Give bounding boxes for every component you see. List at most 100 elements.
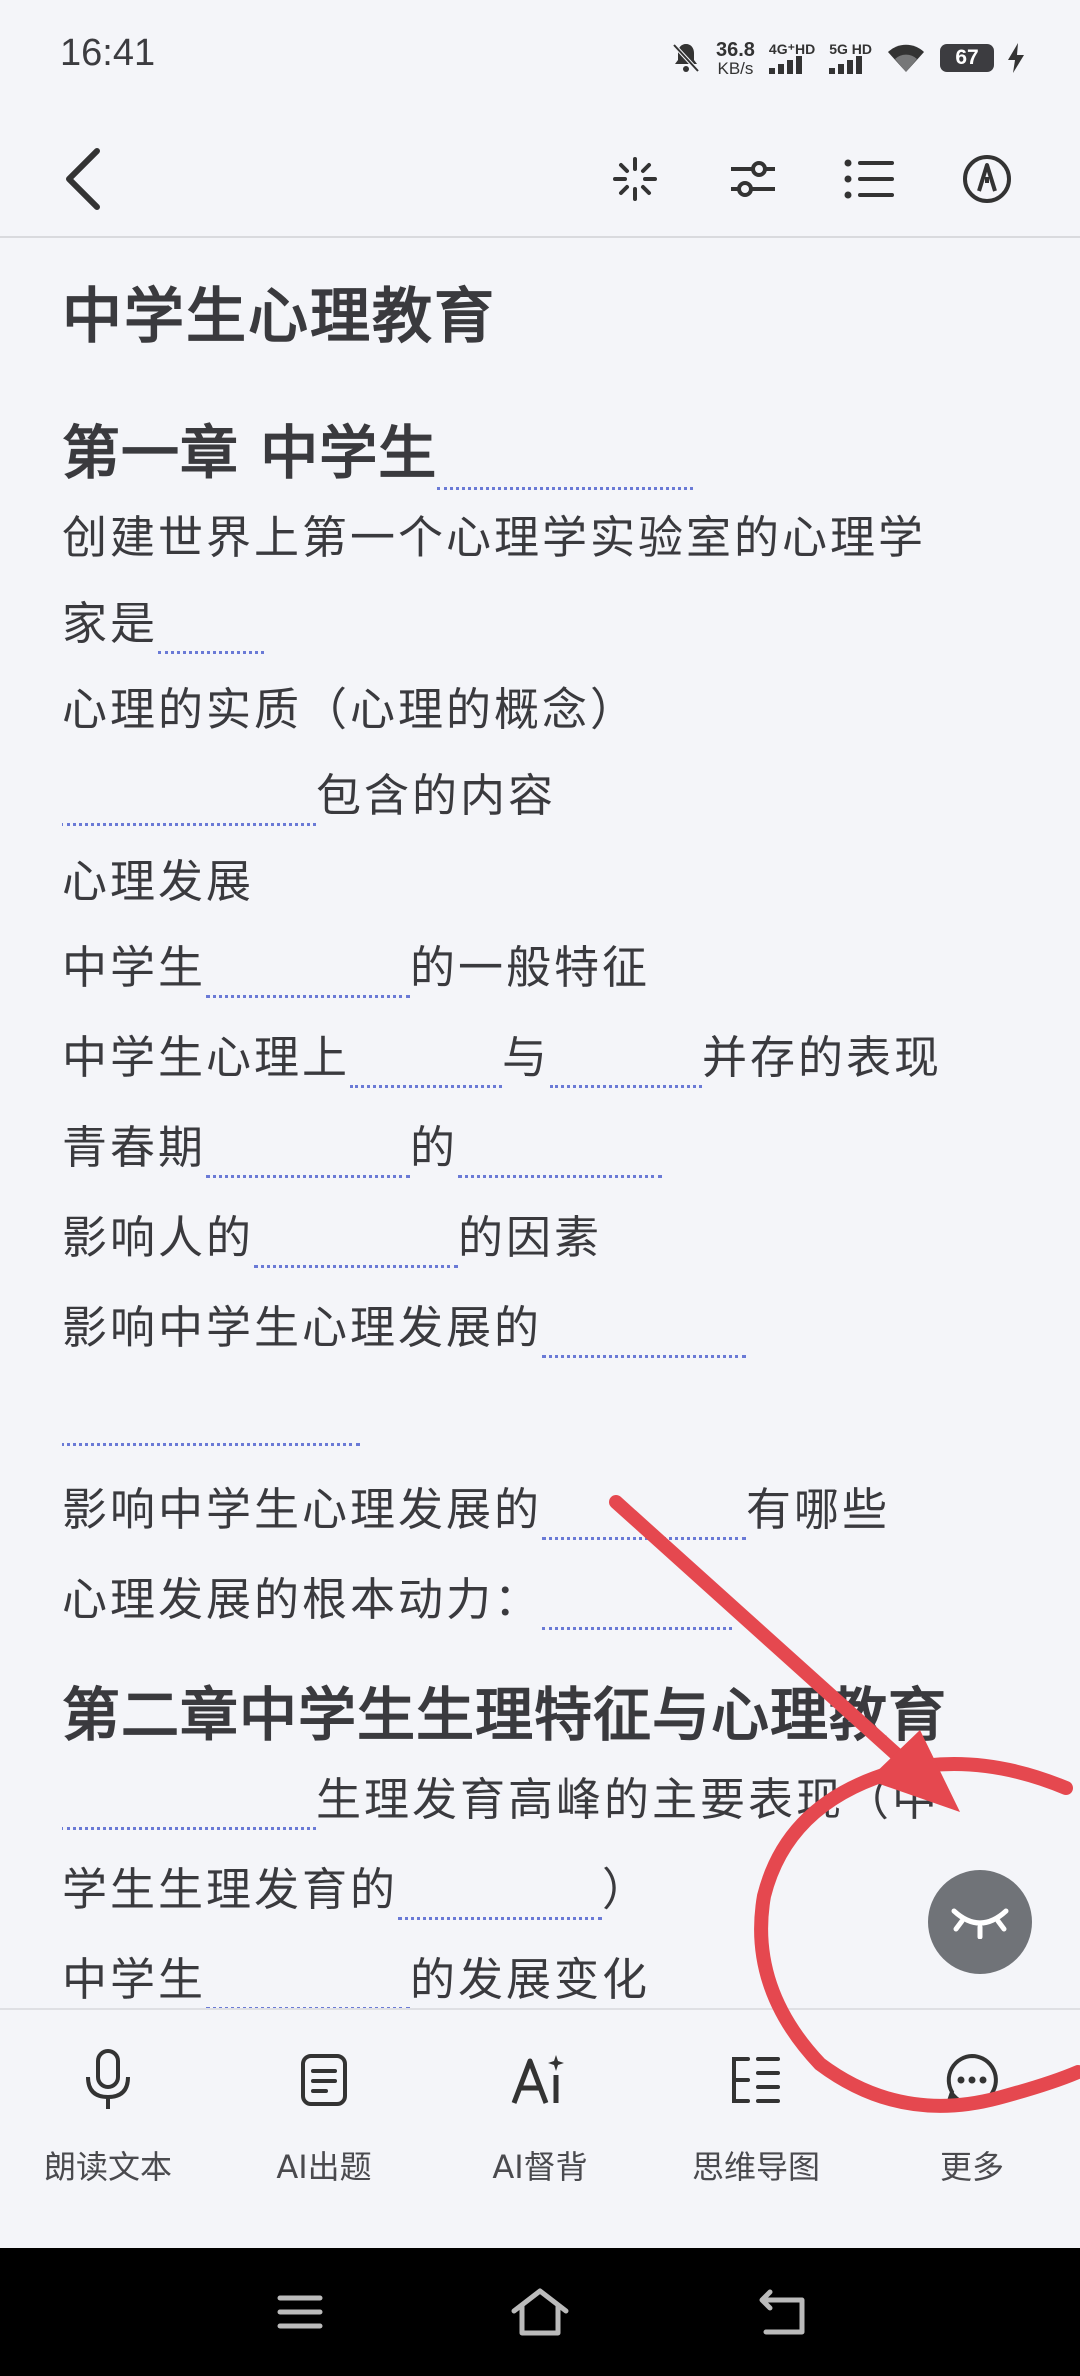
- text-line: 中学生 的发展变化: [62, 1950, 650, 2008]
- fill-blank[interactable]: [350, 1037, 503, 1088]
- hide-answers-button[interactable]: [928, 1870, 1032, 1974]
- pen-icon[interactable]: [952, 144, 1022, 214]
- line-text: 的: [410, 1121, 459, 1174]
- menu-icon[interactable]: [270, 2284, 330, 2340]
- sim1-signal: 4G⁺HD: [768, 41, 816, 74]
- text-line: 包含的内容: [62, 766, 556, 826]
- eye-closed-icon: [951, 1908, 1009, 1939]
- microphone-icon: [86, 2049, 130, 2109]
- status-bar: 16:41 36.8 KB/s 4G⁺HD 5G HD 67: [0, 0, 1080, 118]
- bottom-toolbar: 朗读文本 AI出题 AI督背 思维导图 更多: [0, 2008, 1080, 2250]
- signal-icon: [829, 56, 863, 74]
- ai-quiz-button[interactable]: AI出题: [216, 2040, 432, 2188]
- chapter-heading-text: 第一章 中学生: [62, 419, 438, 487]
- line-text: 心理发展: [62, 855, 255, 908]
- line-text: ）: [602, 1863, 651, 1916]
- line-text: 的发展变化: [410, 1953, 651, 2006]
- ai-quiz-label: AI出题: [276, 2148, 372, 2186]
- text-line: 中学生 的一般特征: [62, 938, 650, 998]
- text-line: 影响中学生心理发展的 有哪些: [62, 1480, 890, 1540]
- fill-blank[interactable]: [542, 1489, 747, 1540]
- text-line: 创建世界上第一个心理学实验室的心理学: [62, 508, 926, 568]
- text-line: 中学生心理上 与 并存的表现: [62, 1028, 942, 1088]
- line-text: 并存的表现: [702, 1031, 943, 1084]
- mindmap-icon: [732, 2057, 780, 2103]
- status-icons: 36.8 KB/s 4G⁺HD 5G HD 67: [670, 36, 1024, 80]
- text-line: 心理发展的根本动力：: [62, 1570, 733, 1630]
- fill-blank[interactable]: [158, 603, 265, 654]
- fill-blank[interactable]: [62, 775, 316, 826]
- fill-blank[interactable]: [206, 1127, 411, 1178]
- list-icon[interactable]: [834, 144, 904, 214]
- net-speed: 36.8 KB/s: [716, 40, 755, 77]
- text-line: 学生生理发育的 ）: [62, 1860, 650, 1920]
- text-line: 生理发育高峰的主要表现（中: [62, 1770, 940, 1830]
- sim1-label: 4G⁺HD: [768, 41, 816, 57]
- fill-blank[interactable]: [458, 1127, 663, 1178]
- more-button[interactable]: 更多: [864, 2040, 1080, 2188]
- mind-map-button[interactable]: 思维导图: [648, 2040, 864, 2188]
- battery-icon: 67: [940, 44, 994, 72]
- fill-blank[interactable]: [206, 1959, 411, 2008]
- line-text: 创建世界上第一个心理学实验室的心理学: [62, 511, 927, 564]
- net-speed-unit: KB/s: [717, 58, 754, 78]
- more-label: 更多: [939, 2148, 1004, 2186]
- text-line: 影响中学生心理发展的: [62, 1298, 747, 1358]
- document-title: 中学生心理教育: [62, 282, 496, 352]
- top-toolbar: [0, 118, 1080, 238]
- read-aloud-label: 朗读文本: [43, 2148, 172, 2186]
- line-text: 中学生: [62, 941, 207, 994]
- document-content[interactable]: 中学生心理教育 第一章 中学生 创建世界上第一个心理学实验室的心理学 家是 心理…: [62, 236, 1022, 2008]
- line-text: 包含的内容: [316, 769, 557, 822]
- line-text: 中学生心理上: [62, 1031, 351, 1084]
- line-text: 的因素: [458, 1211, 603, 1264]
- wifi-icon: [886, 42, 926, 74]
- charging-icon: [1008, 43, 1024, 73]
- system-nav-bar: [0, 2248, 1080, 2376]
- mind-map-label: 思维导图: [691, 2148, 820, 2186]
- fill-blank[interactable]: [62, 1779, 316, 1830]
- more-icon: [946, 2053, 998, 2106]
- fill-blank[interactable]: [254, 1217, 459, 1268]
- read-aloud-button[interactable]: 朗读文本: [0, 2040, 216, 2188]
- line-text: 生理发育高峰的主要表现（中: [316, 1773, 941, 1826]
- signal-icon: [768, 56, 802, 74]
- fill-blank[interactable]: [542, 1579, 733, 1630]
- sparkle-icon[interactable]: [600, 144, 670, 214]
- line-text: 的一般特征: [410, 941, 651, 994]
- text-line: 家是: [62, 594, 265, 654]
- chapter-heading: 第一章 中学生: [62, 406, 694, 490]
- net-speed-value: 36.8: [715, 38, 755, 61]
- fill-blank[interactable]: [542, 1307, 747, 1358]
- line-text: 影响中学生心理发展的: [62, 1483, 543, 1536]
- ai-recite-button[interactable]: AI督背: [432, 2040, 648, 2188]
- fill-blank[interactable]: [550, 1037, 703, 1088]
- line-text: 与: [502, 1031, 551, 1084]
- line-text: 中学生: [62, 1953, 207, 2006]
- status-time: 16:41: [60, 32, 156, 74]
- text-line: [62, 1386, 360, 1446]
- fill-blank[interactable]: [398, 1869, 603, 1920]
- line-text: 有哪些: [746, 1483, 891, 1536]
- back-nav-icon[interactable]: [752, 2284, 812, 2340]
- fill-blank[interactable]: [206, 947, 411, 998]
- line-text: 心理的实质（心理的概念）: [62, 683, 639, 736]
- fill-blank[interactable]: [62, 1395, 360, 1446]
- ai-recite-label: AI督背: [492, 2148, 588, 2186]
- line-text: 学生生理发育的: [62, 1863, 399, 1916]
- text-line: 心理的实质（心理的概念）: [62, 680, 638, 740]
- sim2-signal: 5G HD: [829, 42, 872, 74]
- ai-icon: [511, 2055, 564, 2104]
- text-line: 影响人的 的因素: [62, 1208, 602, 1268]
- mute-bell-icon: [670, 41, 702, 75]
- fill-blank[interactable]: [437, 439, 694, 490]
- sliders-icon[interactable]: [718, 144, 788, 214]
- home-icon[interactable]: [510, 2284, 570, 2340]
- line-text: 家是: [62, 597, 159, 650]
- back-icon[interactable]: [48, 144, 118, 214]
- line-text: 青春期: [62, 1121, 207, 1174]
- line-text: 心理发展的根本动力：: [62, 1573, 543, 1626]
- document-icon: [301, 2054, 347, 2106]
- sim2-label: 5G HD: [829, 41, 872, 57]
- line-text: 影响人的: [62, 1211, 255, 1264]
